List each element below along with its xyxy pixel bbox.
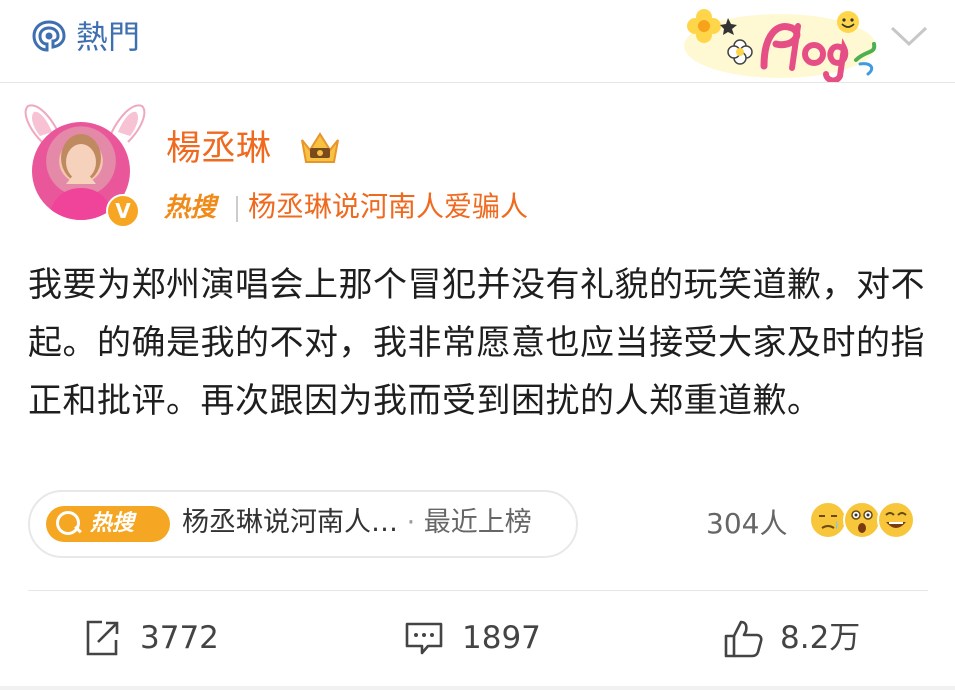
post-body: 我要为郑州演唱会上那个冒犯并没有礼貌的玩笑道歉，对不起。的确是我的不对，我非常愿… (28, 265, 925, 421)
user-name[interactable]: 楊丞琳 (166, 128, 271, 170)
top-bar: 熱門 (0, 0, 955, 83)
hot-tab-label[interactable]: 熱門 (76, 18, 140, 56)
hot-search-badge: 热搜 (46, 506, 170, 542)
crown-badge-icon[interactable] (296, 128, 344, 166)
hot-topic-icon[interactable] (32, 20, 66, 54)
tag-divider (236, 196, 238, 222)
trending-pill-topic: 杨丞琳说河南人… (182, 507, 398, 538)
hot-topic-link[interactable]: 杨丞琳说河南人爱骗人 (248, 190, 528, 224)
reaction-count[interactable]: 304人 (706, 506, 787, 542)
repost-button[interactable]: 3772 (82, 614, 262, 664)
hot-search-badge-label: 热搜 (90, 511, 135, 536)
trending-pill-status: 最近上榜 (423, 507, 532, 538)
trending-pill-text: 杨丞琳说河南人… · 最近上榜 (182, 504, 532, 542)
trending-topic-pill[interactable]: 热搜 杨丞琳说河南人… · 最近上榜 (28, 490, 578, 558)
comment-button[interactable]: 1897 (404, 614, 584, 664)
chevron-down-icon[interactable] (888, 20, 930, 52)
comment-count: 1897 (462, 620, 541, 656)
avatar[interactable]: V (20, 98, 150, 228)
laughing-face-emoji-icon[interactable] (876, 500, 916, 540)
thumbs-up-icon (724, 620, 763, 658)
hot-search-tag[interactable]: 热搜 (164, 192, 216, 224)
repost-count: 3772 (140, 620, 219, 656)
like-count: 8.2万 (780, 620, 861, 656)
like-button[interactable]: 8.2万 (722, 614, 922, 664)
plog-sticker-icon[interactable] (680, 4, 880, 82)
verified-badge-icon: V (106, 194, 140, 228)
action-divider (28, 590, 928, 591)
comment-icon (405, 622, 443, 655)
trending-pill-separator: · (398, 507, 424, 538)
repost-icon (86, 620, 119, 656)
search-icon (56, 511, 80, 535)
bottom-edge (0, 686, 955, 690)
